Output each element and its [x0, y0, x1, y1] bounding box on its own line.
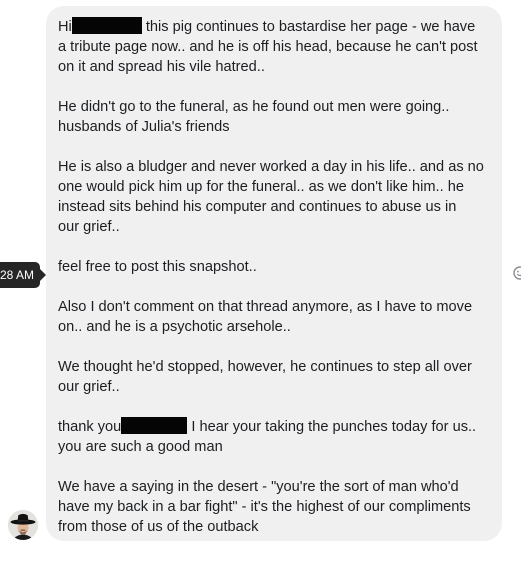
smiley-face-icon[interactable]: [513, 266, 521, 280]
message-text: this pig continues to bastardise her pag…: [141, 19, 476, 35]
message-line: Hi this pig continues to bastardise her …: [58, 17, 494, 37]
message-line: a tribute page now.. and he is off his h…: [58, 39, 478, 55]
message-paragraph: He didn't go to the funeral, as he found…: [58, 97, 494, 137]
message-bubble[interactable]: Hi this pig continues to bastardise her …: [46, 6, 502, 541]
redaction-box: [121, 417, 188, 434]
message-line: feel free to post this snapshot..: [58, 259, 257, 275]
chat-view: 28 AM Hi this pig continues to bastardis…: [0, 0, 521, 561]
message-timestamp-tooltip: 28 AM: [0, 262, 46, 288]
message-paragraph: We have a saying in the desert - "you're…: [58, 477, 494, 537]
message-paragraph: Hi this pig continues to bastardise her …: [58, 17, 494, 77]
message-line: thank you I hear your taking the punches…: [58, 417, 494, 437]
cowboy-hat-avatar: [8, 510, 38, 540]
message-paragraph: He is also a bludger and never worked a …: [58, 157, 494, 237]
message-text: thank you: [58, 419, 122, 435]
message-line: our grief..: [58, 379, 120, 395]
message-line: Also I don't comment on that thread anym…: [58, 299, 473, 315]
message-line: husbands of Julia's friends: [58, 119, 230, 135]
message-paragraph: Also I don't comment on that thread anym…: [58, 297, 494, 337]
message-line: on it and spread his vile hatred..: [58, 59, 265, 75]
message-text: I hear your taking the punches today for…: [187, 419, 477, 435]
message-line: He didn't go to the funeral, as he found…: [58, 99, 450, 115]
message-line: you are such a good man: [58, 439, 223, 455]
redaction-box: [71, 17, 142, 34]
message-line: instead sits behind his computer and con…: [58, 199, 457, 215]
message-line: one would pick him up for the funeral.. …: [58, 179, 464, 195]
message-line: from those of us of the outback: [58, 519, 259, 535]
message-line: our grief..: [58, 219, 120, 235]
message-line: We have a saying in the desert - "you're…: [58, 479, 459, 495]
message-paragraph: We thought he'd stopped, however, he con…: [58, 357, 494, 397]
message-paragraph: feel free to post this snapshot..: [58, 257, 494, 277]
message-paragraph: thank you I hear your taking the punches…: [58, 417, 494, 457]
message-line: We thought he'd stopped, however, he con…: [58, 359, 472, 375]
message-text: Hi: [58, 19, 72, 35]
message-line: He is also a bludger and never worked a …: [58, 159, 484, 175]
sender-avatar[interactable]: [8, 510, 38, 540]
message-line: on.. and he is a psychotic arsehole..: [58, 319, 291, 335]
message-line: have my back in a bar fight" - it's the …: [58, 499, 471, 515]
